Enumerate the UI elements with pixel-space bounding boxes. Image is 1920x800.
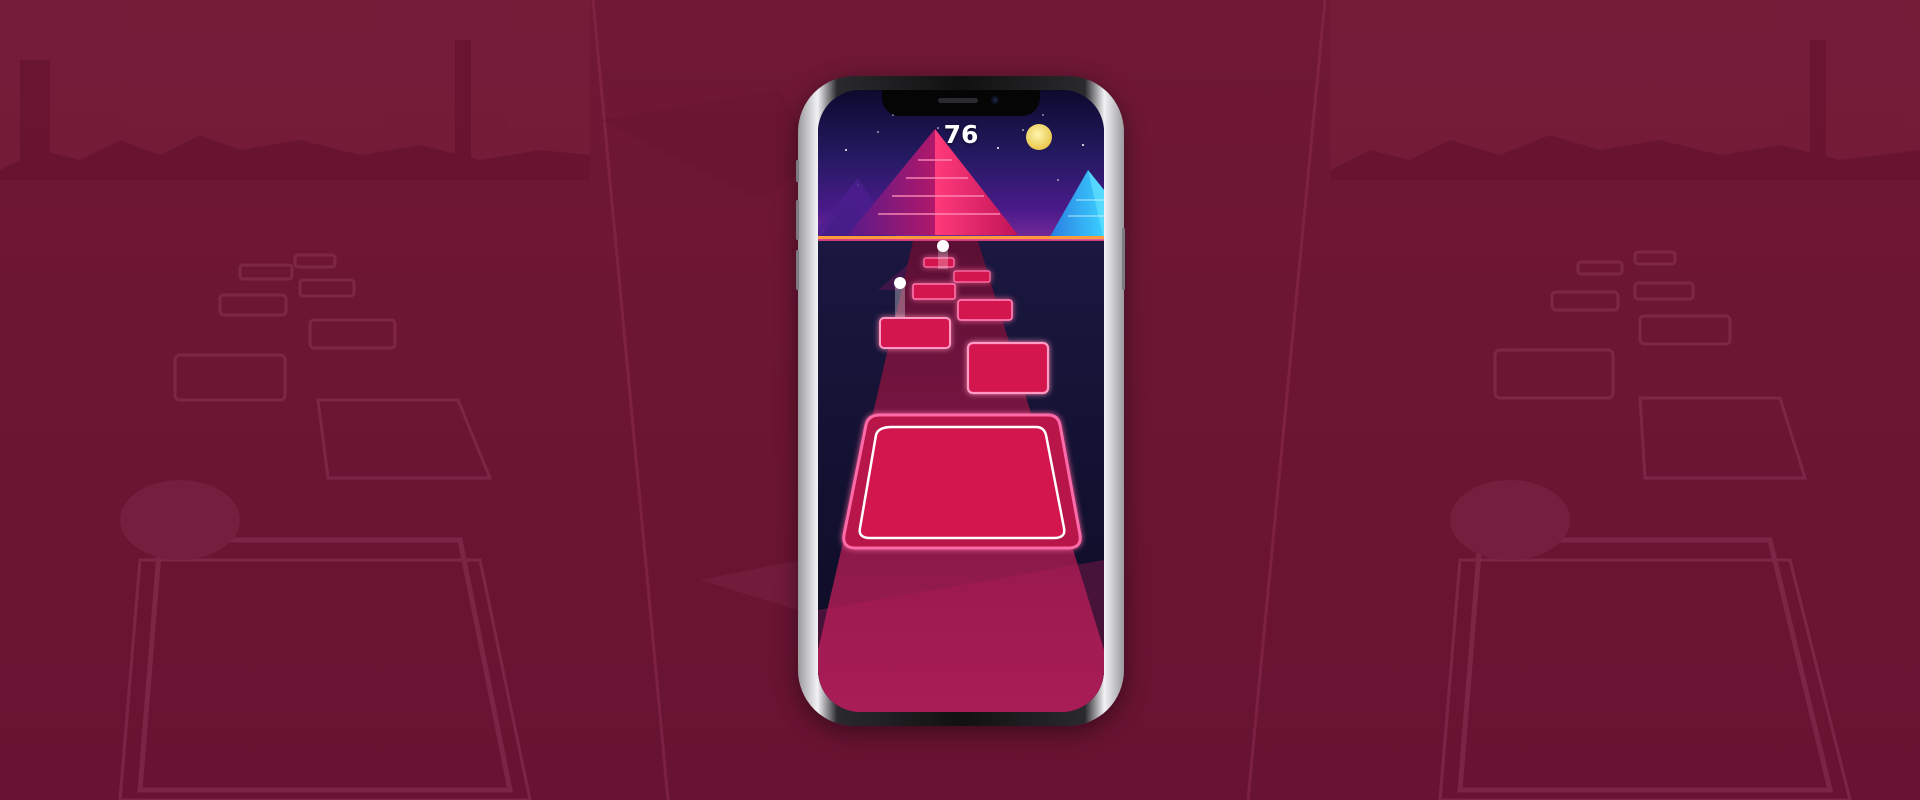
phone-side-button	[796, 160, 799, 182]
speaker-grille	[938, 98, 978, 103]
phone-volume-down-button	[796, 250, 799, 290]
game-scene	[818, 90, 1104, 712]
tile[interactable]	[966, 341, 1050, 395]
tile[interactable]	[879, 317, 951, 349]
phone-volume-up-button	[796, 200, 799, 240]
score-counter: 76	[943, 120, 979, 149]
tile[interactable]	[953, 270, 991, 283]
phone-notch	[882, 90, 1040, 116]
tile-near[interactable]	[842, 413, 1082, 550]
front-camera-icon	[991, 96, 999, 104]
tile[interactable]	[957, 299, 1013, 321]
moon-icon	[1026, 124, 1052, 150]
tile[interactable]	[912, 283, 956, 300]
phone-power-button	[1122, 228, 1125, 290]
game-screen[interactable]	[818, 90, 1104, 712]
